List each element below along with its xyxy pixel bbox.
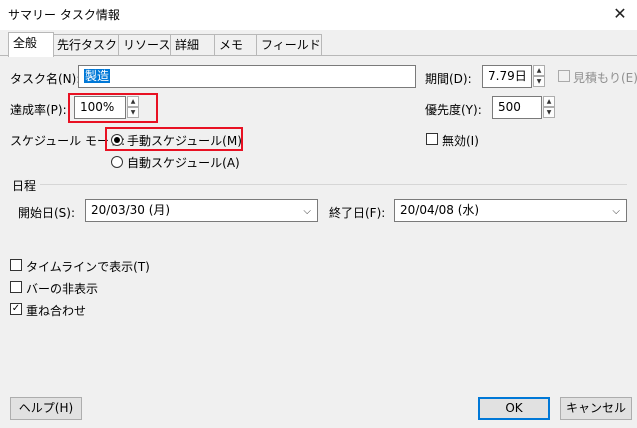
task-name-label: タスク名(N): (10, 72, 81, 86)
priority-input[interactable]: 500 (492, 96, 542, 119)
rollup-label: 重ね合わせ (26, 304, 87, 318)
tab-advanced[interactable]: 詳細 (170, 34, 220, 55)
task-name-value: 製造 (84, 69, 111, 83)
progress-label: 達成率(P): (10, 103, 67, 117)
start-date-label: 開始日(S): (18, 206, 76, 220)
tab-custom-fields[interactable]: フィールド (256, 34, 322, 55)
spin-up-icon[interactable]: ▲ (543, 96, 555, 107)
window-title: サマリー タスク情報 (8, 8, 120, 22)
cancel-button[interactable]: キャンセル (560, 397, 632, 420)
estimate-label: 見積もり(E) (573, 71, 637, 85)
finish-date-label: 終了日(F): (329, 206, 386, 220)
finish-date-dropdown[interactable]: 20/04/08 (水) ⌵ (394, 199, 627, 222)
priority-label: 優先度(Y): (425, 103, 482, 117)
finish-date-value: 20/04/08 (水) (400, 203, 480, 217)
ok-button[interactable]: OK (478, 397, 550, 420)
tab-predecessors[interactable]: 先行タスク (52, 34, 126, 55)
spin-down-icon[interactable]: ▼ (127, 107, 139, 118)
chevron-down-icon[interactable]: ⌵ (612, 203, 620, 220)
progress-spinner[interactable]: ▲ ▼ (127, 96, 139, 119)
dates-divider (40, 184, 627, 185)
checkmark-icon: ✓ (11, 303, 21, 314)
task-name-input[interactable]: 製造 (78, 65, 416, 88)
inactive-label: 無効(I) (442, 134, 479, 148)
tab-general[interactable]: 全般 (8, 32, 54, 57)
timeline-checkbox[interactable] (10, 259, 22, 271)
start-date-dropdown[interactable]: 20/03/30 (月) ⌵ (85, 199, 318, 222)
duration-spinner[interactable]: ▲ ▼ (533, 65, 545, 88)
hide-bar-label: バーの非表示 (26, 282, 99, 296)
priority-spinner[interactable]: ▲ ▼ (543, 96, 555, 119)
dates-section-label: 日程 (12, 179, 37, 193)
estimate-checkbox[interactable] (558, 70, 570, 82)
inactive-checkbox[interactable] (426, 133, 438, 145)
rollup-checkbox[interactable]: ✓ (10, 303, 22, 315)
duration-label: 期間(D): (425, 72, 472, 86)
duration-input[interactable]: 7.79日 (482, 65, 532, 88)
auto-schedule-radio[interactable] (111, 156, 123, 168)
spin-down-icon[interactable]: ▼ (533, 76, 545, 87)
spin-down-icon[interactable]: ▼ (543, 107, 555, 118)
manual-schedule-label: 手動スケジュール(M) (127, 134, 242, 148)
close-icon[interactable]: ✕ (606, 1, 634, 27)
progress-input[interactable]: 100% (74, 96, 126, 119)
spin-up-icon[interactable]: ▲ (127, 96, 139, 107)
spin-up-icon[interactable]: ▲ (533, 65, 545, 76)
timeline-label: タイムラインで表示(T) (26, 260, 150, 274)
chevron-down-icon[interactable]: ⌵ (303, 203, 311, 220)
start-date-value: 20/03/30 (月) (91, 203, 171, 217)
hide-bar-checkbox[interactable] (10, 281, 22, 293)
auto-schedule-label: 自動スケジュール(A) (127, 156, 240, 170)
tab-resources[interactable]: リソース (118, 34, 176, 55)
help-button[interactable]: ヘルプ(H) (10, 397, 82, 420)
manual-schedule-radio[interactable] (111, 134, 123, 146)
